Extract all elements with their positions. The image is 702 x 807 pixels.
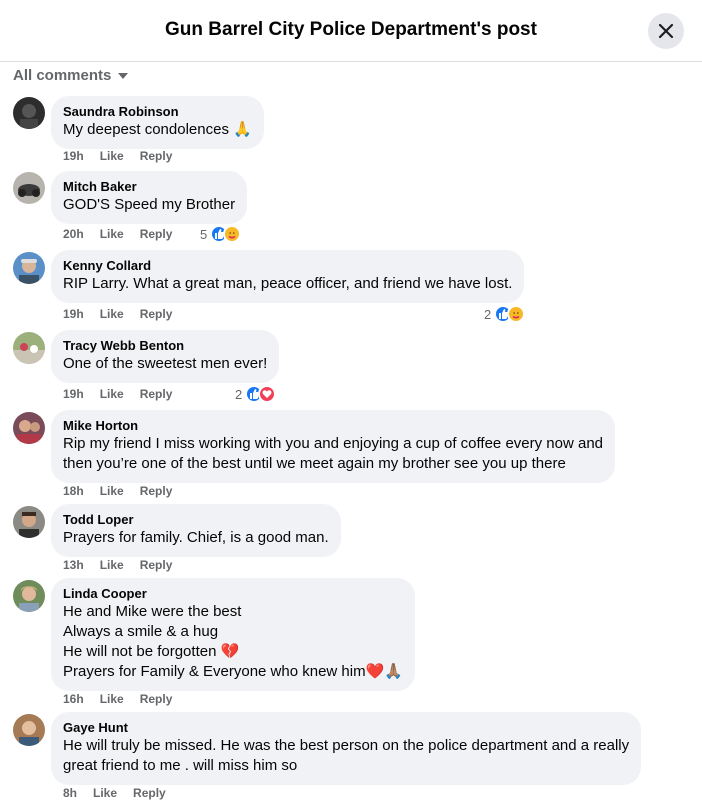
comment-time[interactable]: 19h: [63, 387, 84, 401]
reaction-count: 2: [484, 306, 492, 322]
comment-bubble: Tracy Webb Benton One of the sweetest me…: [51, 330, 280, 383]
comment-time[interactable]: 19h: [63, 307, 84, 321]
comment-text: GOD'S Speed my Brother: [63, 196, 236, 213]
reply-button[interactable]: Reply: [133, 786, 166, 800]
reply-button[interactable]: Reply: [140, 558, 173, 572]
comment-text: My deepest condolences 🙏: [63, 121, 252, 138]
like-button[interactable]: Like: [100, 307, 124, 321]
close-icon: [658, 23, 674, 39]
comment-time[interactable]: 16h: [63, 692, 84, 706]
avatar[interactable]: [13, 172, 45, 204]
avatar[interactable]: [13, 252, 45, 284]
reaction-count: 5: [200, 226, 208, 242]
comment-author[interactable]: Mike Horton: [63, 418, 603, 434]
reaction-summary[interactable]: 2: [484, 305, 526, 323]
reaction-summary[interactable]: 5: [200, 225, 242, 243]
comment-time[interactable]: 18h: [63, 484, 84, 498]
comment-meta: 16h Like Reply: [63, 691, 172, 707]
like-button[interactable]: Like: [100, 558, 124, 572]
comment-text: One of the sweetest men ever!: [63, 355, 268, 372]
comment-meta: 19h Like Reply: [63, 386, 172, 402]
comment-meta: 20h Like Reply: [63, 226, 172, 242]
comment-author[interactable]: Todd Loper: [63, 512, 329, 528]
comment-meta: 8h Like Reply: [63, 785, 166, 801]
comment-author[interactable]: Linda Cooper: [63, 586, 403, 602]
like-button[interactable]: Like: [100, 692, 124, 706]
comment-text: He and Mike were the best Always a smile…: [63, 603, 403, 680]
like-button[interactable]: Like: [100, 227, 124, 241]
comment-text: Rip my friend I miss working with you an…: [63, 435, 603, 472]
comment-time[interactable]: 19h: [63, 149, 84, 163]
care-icon: [223, 225, 242, 243]
comment-bubble: Kenny Collard RIP Larry. What a great ma…: [51, 250, 525, 303]
care-icon: [507, 305, 526, 323]
reply-button[interactable]: Reply: [140, 149, 173, 163]
avatar[interactable]: [13, 506, 45, 538]
like-button[interactable]: Like: [100, 387, 124, 401]
comment-author[interactable]: Tracy Webb Benton: [63, 338, 267, 354]
caret-down-icon: [118, 73, 129, 79]
comment-meta: 18h Like Reply: [63, 483, 172, 499]
reply-button[interactable]: Reply: [140, 692, 173, 706]
comment-meta: 19h Like Reply: [63, 148, 172, 164]
reply-button[interactable]: Reply: [140, 227, 173, 241]
comment-text: RIP Larry. What a great man, peace offic…: [63, 275, 513, 292]
comment-author[interactable]: Mitch Baker: [63, 179, 235, 195]
comment-bubble: Gaye Hunt He will truly be missed. He wa…: [51, 712, 642, 785]
avatar[interactable]: [13, 580, 45, 612]
comment-time[interactable]: 8h: [63, 786, 77, 800]
comment-bubble: Mitch Baker GOD'S Speed my Brother: [51, 171, 248, 224]
like-button[interactable]: Like: [93, 786, 117, 800]
avatar[interactable]: [13, 714, 45, 746]
dialog-title: Gun Barrel City Police Department's post: [165, 19, 537, 40]
reaction-count: 2: [235, 386, 243, 402]
comment-text: He will truly be missed. He was the best…: [63, 737, 630, 774]
love-icon: [258, 385, 277, 403]
comment-filter-dropdown[interactable]: All comments: [13, 65, 129, 85]
avatar[interactable]: [13, 332, 45, 364]
reply-button[interactable]: Reply: [140, 307, 173, 321]
comment-author[interactable]: Kenny Collard: [63, 258, 512, 274]
comment-author[interactable]: Saundra Robinson: [63, 104, 252, 120]
like-button[interactable]: Like: [100, 149, 124, 163]
reply-button[interactable]: Reply: [140, 387, 173, 401]
filter-label: All comments: [13, 66, 112, 84]
comment-text: Prayers for family. Chief, is a good man…: [63, 529, 329, 546]
like-button[interactable]: Like: [100, 484, 124, 498]
dialog-header: Gun Barrel City Police Department's post: [0, 0, 702, 62]
comment-bubble: Linda Cooper He and Mike were the best A…: [51, 578, 415, 691]
comment-time[interactable]: 13h: [63, 558, 84, 572]
comment-time[interactable]: 20h: [63, 227, 84, 241]
avatar[interactable]: [13, 412, 45, 444]
reply-button[interactable]: Reply: [140, 484, 173, 498]
comment-meta: 13h Like Reply: [63, 557, 172, 573]
comment-bubble: Saundra Robinson My deepest condolences …: [51, 96, 264, 149]
comment-bubble: Mike Horton Rip my friend I miss working…: [51, 410, 615, 483]
avatar[interactable]: [13, 97, 45, 129]
comment-author[interactable]: Gaye Hunt: [63, 720, 629, 736]
comment-bubble: Todd Loper Prayers for family. Chief, is…: [51, 504, 341, 557]
reaction-summary[interactable]: 2: [235, 385, 277, 403]
close-button[interactable]: [648, 13, 684, 49]
comment-meta: 19h Like Reply: [63, 306, 172, 322]
